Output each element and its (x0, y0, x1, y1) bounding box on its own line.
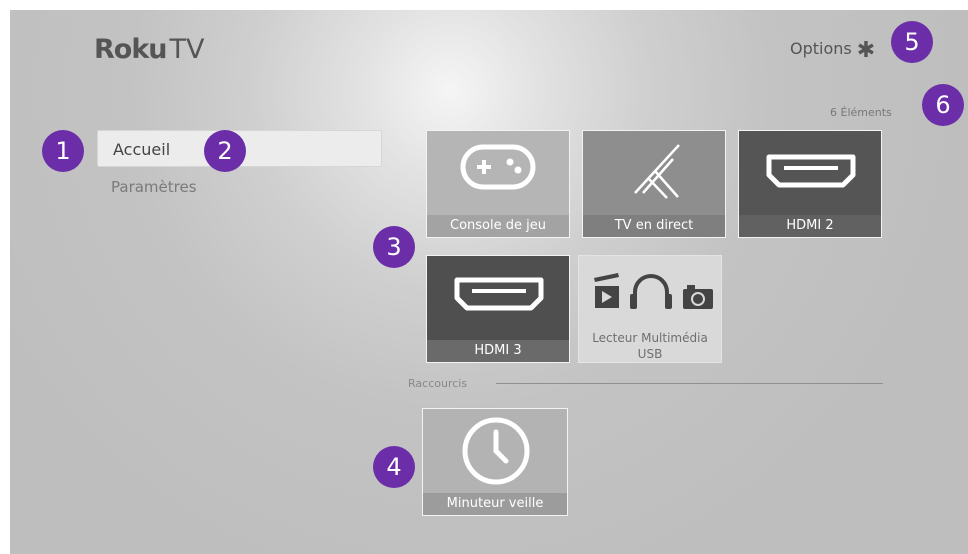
callout-badge-6: 6 (922, 84, 964, 126)
callout-badge-2: 2 (204, 130, 246, 172)
media-icon (594, 273, 713, 309)
tile-label: Minuteur veille (423, 493, 567, 515)
tv-screen: Roku TV Options ✱ 6 Éléments Accueil Param… (10, 10, 968, 554)
tile-label: Console de jeu (427, 215, 569, 237)
callout-badge-4: 4 (373, 446, 415, 488)
hdmi-icon (766, 154, 856, 188)
shortcuts-divider (496, 383, 883, 384)
menu-item-settings[interactable]: Paramètres (111, 178, 197, 196)
roku-tv-logo: Roku TV (94, 34, 205, 65)
options-label: Options (790, 39, 852, 58)
hdmi-icon (454, 277, 544, 311)
callout-badge-1: 1 (42, 130, 84, 172)
callout-badge-3: 3 (373, 226, 415, 268)
item-count: 6 Éléments (830, 106, 892, 119)
tile-label: HDMI 3 (427, 340, 569, 362)
shortcuts-heading: Raccourcis (408, 377, 468, 390)
gamepad-icon (460, 144, 536, 190)
tile-label: Lecteur Multimédia USB (592, 331, 708, 361)
logo-suffix: TV (169, 34, 205, 65)
options-button[interactable]: Options ✱ (790, 38, 875, 63)
tile-sleep-timer[interactable]: Minuteur veille (422, 408, 568, 516)
callout-badge-5: 5 (891, 21, 933, 63)
tile-live-tv[interactable]: TV en direct (582, 130, 726, 238)
menu-item-label: Accueil (113, 140, 171, 159)
tile-label: HDMI 2 (739, 215, 881, 237)
logo-brand: Roku (94, 34, 168, 65)
asterisk-icon: ✱ (856, 38, 876, 63)
tile-label: TV en direct (583, 215, 725, 237)
tile-game-console[interactable]: Console de jeu (426, 130, 570, 238)
tile-hdmi-3[interactable]: HDMI 3 (426, 255, 570, 363)
clock-icon (462, 417, 530, 485)
tile-hdmi-2[interactable]: HDMI 2 (738, 130, 882, 238)
antenna-icon (634, 144, 680, 199)
tile-usb-media-player[interactable]: Lecteur Multimédia USB (578, 255, 722, 363)
